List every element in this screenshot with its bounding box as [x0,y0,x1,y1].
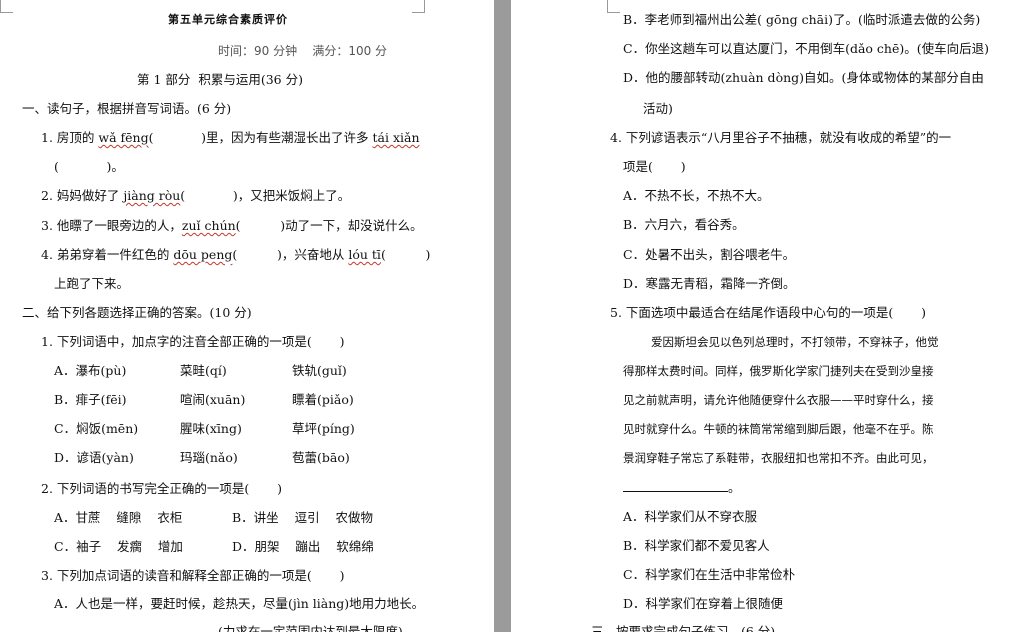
option-c-word: 腥味(xīng) [180,421,242,436]
document-page-right: B．李老师到福州出公差( gōng chāi)了。(临时派遣去做的公务) C．你… [511,0,1029,632]
question-line: 4. 弟弟穿着一件红色的 dōu peng( )，兴奋地从 lóu tī( ) [41,247,431,262]
exam-meta: 时间：90 分钟 满分：100 分 [218,44,388,58]
question-line: 上跑了下来。 [54,276,130,291]
option-a: A．人也是一样，要赶时候，趁热天，尽量(jìn liàng)地用力地长。 [54,596,425,611]
option-a-word: 菜畦(qí) [180,363,227,378]
option-b: B．李老师到福州出公差( gōng chāi)了。(临时派遣去做的公务) [623,12,981,27]
option-c: C．科学家们在生活中非常俭朴 [623,567,796,582]
section-heading: 三、按要求完成句子练习。(6 分) [591,624,776,632]
question-line: 2. 下列词语的书写完全正确的一项是( ) [41,481,282,496]
option-d: D．寒露无青稻，霜降一齐倒。 [623,276,796,291]
question-line: 5. 下面选项中最适合在结尾作语段中心句的一项是( ) [610,305,926,320]
option-a: A．不热不长，不热不大。 [623,188,770,203]
passage-answer-line: 。 [623,479,741,496]
question-line: 1. 下列词语中，加点字的注音全部正确的一项是( ) [41,334,345,349]
option-c: C．处暑不出头，割谷喂老牛。 [623,247,796,262]
option-d: D．谚语(yàn) [54,450,134,465]
passage-line: 景润穿鞋子常忘了系鞋带，衣服纽扣也常扣不齐。由此可见， [623,451,934,465]
option-b-word: 瞟着(piǎo) [292,392,354,407]
option-b: B．六月六，看谷秀。 [623,217,745,232]
option-d-continued: 活动) [643,101,673,116]
option-c-word: 草坪(píng) [292,421,355,436]
option-d: D．他的腰部转动(zhuàn dòng)自如。(身体或物体的某部分自由 [623,70,984,85]
option-d-word: 玛瑙(nǎo) [180,450,238,465]
option-a-word: 铁轨(guǐ) [292,363,347,378]
option-d: D．科学家们在穿着上很随便 [623,596,784,611]
passage-line: 见之前就声明，请允许他随便穿什么衣服——平时穿什么，接 [623,393,934,407]
option-note: (力求在一定范围内达到最大限度) [218,624,403,632]
option-b: B．科学家们都不爱见客人 [623,538,770,553]
option-a: A．甘蔗 缝隙 衣柜 [54,510,183,525]
option-c: C．袖子 发瘸 增加 [54,539,183,554]
option-b: B．痱子(fēi) [54,392,127,407]
question-line: 3. 他瞟了一眼旁边的人，zuǐ chún( )动了一下，却没说什么。 [41,218,423,233]
question-line: 项是( ) [623,159,686,174]
answer-blank-line: ( )。 [54,159,124,174]
document-title: 第五单元综合素质评价 [168,13,288,26]
option-b: B．讲坐 逗引 农做物 [232,510,373,525]
crop-mark [0,0,13,13]
option-d-word: 苞蕾(bāo) [292,450,350,465]
option-a: A．瀑布(pù) [54,363,127,378]
crop-mark [412,0,425,13]
document-page-left: 第五单元综合素质评价 时间：90 分钟 满分：100 分 第 1 部分 积累与运… [0,0,494,632]
passage-line: 爱因斯坦会见以色列总理时，不打领带，不穿袜子，他觉 [651,335,939,349]
option-d: D．朋架 蹦出 软绵绵 [232,539,374,554]
section-heading: 二、给下列各题选择正确的答案。(10 分) [22,305,252,320]
crop-mark [607,0,620,13]
option-b-word: 喧闹(xuān) [180,392,246,407]
part-heading: 第 1 部分 积累与运用(36 分) [137,72,303,87]
question-line: 2. 妈妈做好了 jiàng ròu( )，又把米饭焖上了。 [41,188,351,203]
answer-blank [623,479,728,492]
passage-line: 见时就穿什么。牛顿的袜筒常常缩到脚后跟，他毫不在乎。陈 [623,422,934,436]
option-a: A．科学家们从不穿衣服 [623,509,758,524]
passage-line: 得那样太费时间。同样，俄罗斯化学家门捷列夫在受到沙皇接 [623,364,934,378]
question-line: 1. 房顶的 wǎ fēng( )里，因为有些潮湿长出了许多 tái xiǎn [41,130,420,145]
option-c: C．焖饭(mēn) [54,421,139,436]
option-c: C．你坐这趟车可以直达厦门，不用倒车(dǎo chē)。(使车向后退) [623,41,989,56]
question-line: 3. 下列加点词语的读音和解释全部正确的一项是( ) [41,568,345,583]
question-line: 4. 下列谚语表示“八月里谷子不抽穗，就没有收成的希望”的一 [610,130,952,145]
section-heading: 一、读句子，根据拼音写词语。(6 分) [22,101,232,116]
